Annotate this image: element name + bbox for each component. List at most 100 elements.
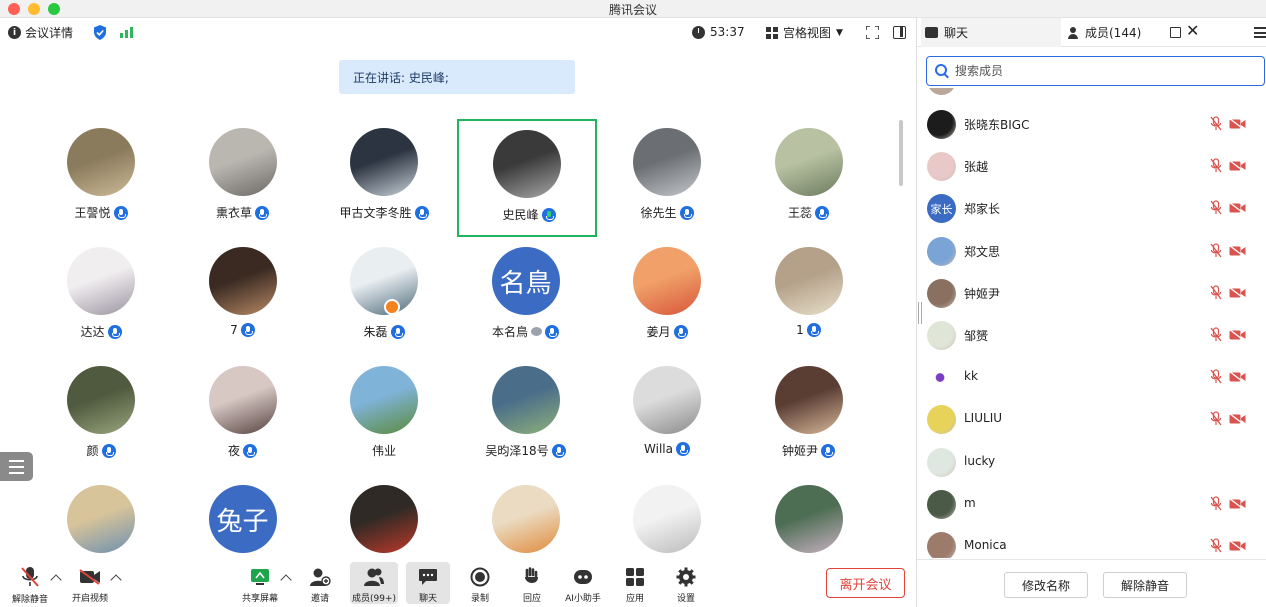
view-mode-button[interactable]: 宫格视图 ▼ [766, 24, 843, 41]
list-toggle-icon[interactable] [0, 452, 33, 481]
participant-tile[interactable]: 颜 [31, 356, 171, 474]
participant-tile[interactable]: 徐先生 [597, 118, 737, 236]
participant-tile[interactable]: 熏衣草 [173, 118, 313, 236]
video-options-icon[interactable] [110, 574, 122, 586]
camera-off-icon[interactable] [1229, 497, 1246, 510]
member-row[interactable]: 邹赟 [917, 314, 1266, 356]
member-row[interactable]: LIULIU [917, 398, 1266, 440]
muted-mic-icon[interactable] [1210, 200, 1222, 216]
member-name: 邹赟 [964, 329, 989, 343]
participant-name: 伟业 [371, 444, 396, 458]
participant-tile[interactable]: 史民峰 [457, 119, 597, 237]
participant-tile[interactable]: 名鳥 本名鳥 [456, 237, 596, 355]
muted-mic-icon[interactable] [1210, 116, 1222, 132]
grid-scrollbar[interactable] [899, 120, 903, 186]
muted-mic-icon[interactable] [1210, 538, 1222, 554]
participant-tile[interactable]: 达达 [31, 237, 171, 355]
start-video-button[interactable]: 开启视频 [68, 562, 112, 604]
participant-tile[interactable]: 朱磊 [314, 237, 454, 355]
audio-options-icon[interactable] [50, 574, 62, 586]
participant-name: 朱磊 [363, 325, 388, 339]
mic-icon [107, 324, 122, 339]
camera-off-icon[interactable] [1229, 202, 1246, 215]
avatar [927, 110, 956, 139]
tab-chat[interactable]: 聊天 [921, 18, 1061, 47]
member-row[interactable]: 郑文思 [917, 230, 1266, 272]
participant-tile[interactable]: 伟业 [314, 356, 454, 474]
camera-off-icon[interactable] [1229, 371, 1246, 384]
camera-off-icon[interactable] [1229, 118, 1246, 130]
settings-button[interactable]: 设置 [664, 562, 708, 604]
member-search-input[interactable] [955, 62, 1255, 80]
ai-assistant-button[interactable]: AI小助手 [560, 562, 606, 604]
muted-mic-icon[interactable] [1210, 242, 1222, 259]
participant-tile[interactable]: 7 [173, 237, 313, 355]
participant-name-row: 熏衣草 [173, 204, 313, 221]
muted-mic-icon[interactable] [1210, 411, 1222, 427]
muted-mic-icon[interactable] [1210, 369, 1222, 385]
mic-icon [255, 205, 269, 220]
avatar [350, 485, 418, 553]
camera-off-icon[interactable] [1229, 540, 1246, 552]
member-row[interactable]: m [917, 483, 1266, 525]
fullscreen-icon[interactable] [866, 26, 879, 39]
participant-tile[interactable]: 夜 [173, 356, 313, 474]
record-button[interactable]: 录制 [458, 562, 502, 604]
camera-off-icon[interactable] [1229, 413, 1246, 426]
meeting-info-button[interactable]: i 会议详情 [8, 24, 73, 41]
unmute-button[interactable]: 解除静音 [8, 562, 52, 605]
participant-tile[interactable]: 1 [739, 237, 879, 355]
members-button[interactable]: 成员(99+) [350, 562, 398, 604]
camera-off-icon[interactable] [1229, 286, 1246, 299]
member-row[interactable]: 张晓东BIGC [917, 103, 1266, 145]
leave-meeting-button[interactable]: 离开会议 [826, 568, 905, 598]
mic-icon [673, 324, 688, 339]
member-search [926, 56, 1265, 86]
react-label: 回应 [522, 594, 541, 604]
member-row[interactable]: 钟姬尹 [917, 272, 1266, 314]
menu-icon[interactable] [1254, 27, 1266, 38]
grid-view-icon [766, 26, 778, 39]
signal-icon[interactable] [120, 27, 133, 38]
invite-button[interactable]: 邀请 [298, 562, 342, 604]
rename-button[interactable]: 修改名称 [1004, 572, 1088, 598]
close-icon[interactable]: ✕ [1186, 23, 1199, 39]
member-row[interactable]: kk [917, 356, 1266, 398]
apps-button[interactable]: 应用 [613, 562, 657, 604]
shield-icon[interactable] [93, 25, 107, 40]
participant-name-row: Willa [597, 442, 737, 456]
participant-tile[interactable]: 吴昀泽18号 [456, 356, 596, 474]
avatar [493, 130, 561, 198]
share-options-icon[interactable] [280, 574, 292, 586]
participant-name-row: 达达 [31, 323, 171, 340]
sidebar-toggle-icon[interactable] [893, 26, 906, 39]
participant-tile[interactable]: 钟姬尹 [739, 356, 879, 474]
member-row[interactable]: 张越 [917, 145, 1266, 187]
camera-off-icon[interactable] [1229, 160, 1246, 173]
chat-button[interactable]: 聊天 [406, 562, 450, 604]
muted-mic-icon[interactable] [1210, 496, 1222, 512]
muted-mic-icon[interactable] [1210, 285, 1222, 301]
camera-off-icon[interactable] [1229, 329, 1246, 341]
member-row[interactable]: Monica [917, 525, 1266, 558]
muted-mic-icon[interactable] [1210, 158, 1222, 174]
muted-mic-icon[interactable] [1210, 327, 1222, 343]
react-button[interactable]: 回应 [510, 562, 554, 604]
participant-tile[interactable]: 王謦悦 [31, 118, 171, 236]
meeting-toolbar: 解除静音 开启视频 共享屏幕 邀请 成员(99+) 聊天 录制 回应 AI小助手… [0, 558, 916, 607]
participant-tile[interactable]: 甲古文李冬胜 [314, 118, 454, 236]
participant-tile[interactable]: Willa [597, 356, 737, 474]
ai-assistant-icon [572, 566, 594, 587]
camera-off-icon[interactable] [1229, 244, 1246, 257]
gear-icon [675, 566, 697, 587]
popout-icon[interactable] [1170, 27, 1181, 38]
member-row[interactable]: 家长 郑家长 [917, 187, 1266, 229]
share-screen-icon [249, 566, 271, 587]
member-row[interactable]: lucky [917, 441, 1266, 483]
participant-tile[interactable]: 姜月 [597, 237, 737, 355]
unmute-all-button[interactable]: 解除静音 [1103, 572, 1187, 598]
participant-tile[interactable]: 王蕊 [739, 118, 879, 236]
share-screen-button[interactable]: 共享屏幕 [238, 562, 282, 604]
mic-icon [541, 207, 556, 222]
member-name: 钟姬尹 [964, 286, 1001, 301]
